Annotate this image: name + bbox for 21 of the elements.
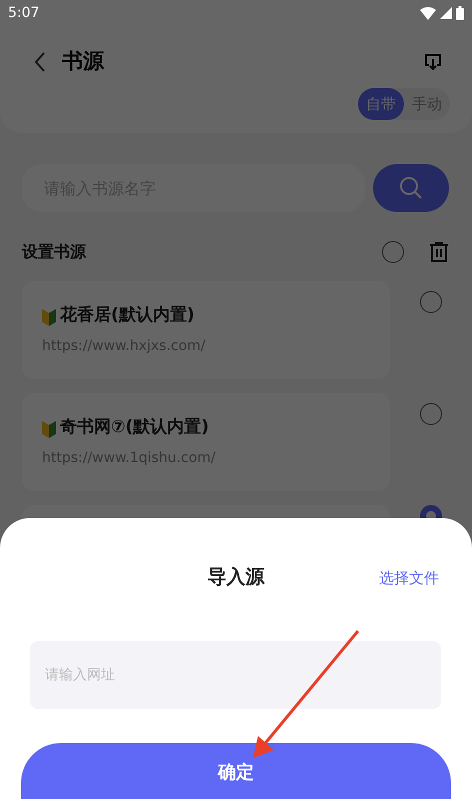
toggle-option[interactable]: 自带 [358,88,404,120]
wifi-icon [420,6,436,20]
search-button[interactable] [373,164,449,212]
page-title: 书源 [62,48,104,75]
battery-icon [456,6,464,20]
download-tray-icon[interactable] [424,52,442,71]
source-name: 奇书网⑦(默认内置) [60,416,209,439]
sheet-title: 导入源 [208,565,264,590]
source-name: 花香居(默认内置) [60,304,195,327]
trash-icon[interactable] [430,242,448,262]
status-time: 5:07 [8,4,40,22]
confirm-button[interactable]: 确定 [21,742,451,799]
select-radio[interactable] [420,291,442,313]
back-icon[interactable] [34,52,46,72]
choose-file-link[interactable]: 选择文件 [379,567,439,590]
search-icon [399,176,423,200]
url-field[interactable]: 请输入网址 [30,640,441,708]
select-all-radio[interactable] [382,241,404,263]
section-title: 设置书源 [22,241,86,263]
select-radio[interactable] [420,403,442,425]
signal-icon [440,7,452,19]
